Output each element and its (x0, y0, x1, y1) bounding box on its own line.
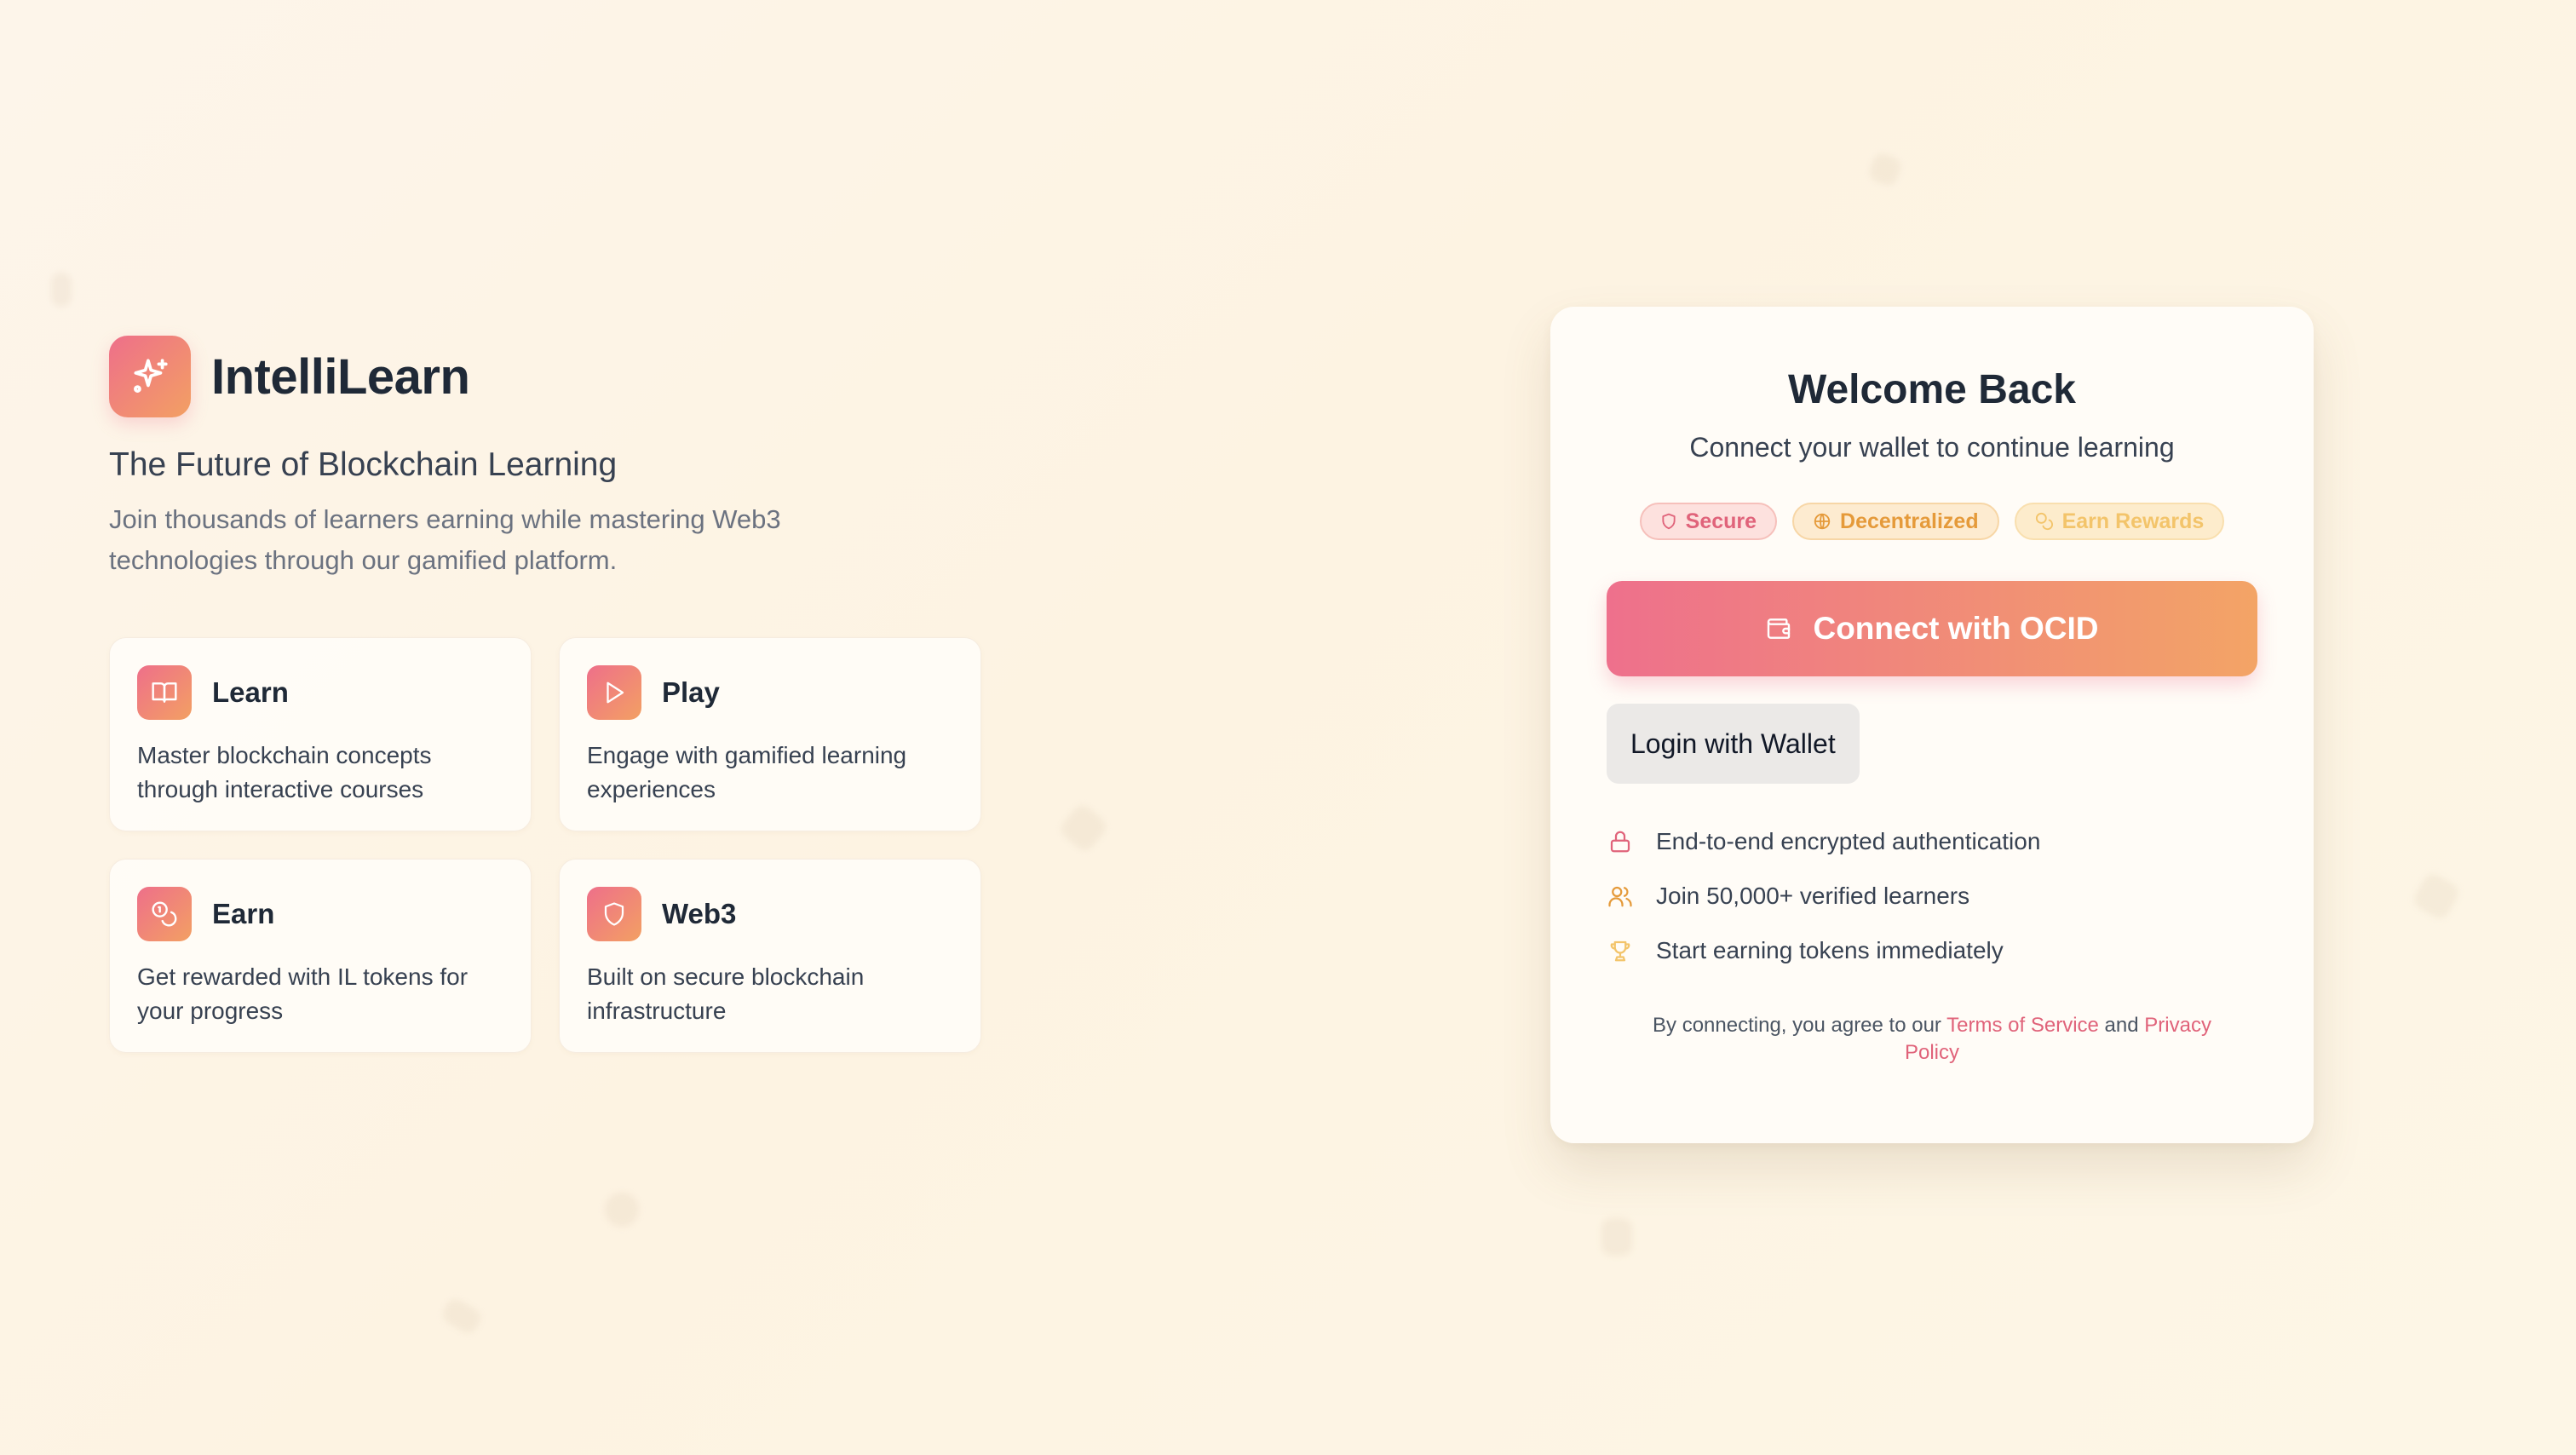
background-decoration (1057, 802, 1110, 854)
wallet-icon (1768, 618, 1791, 639)
trophy-icon (1607, 937, 1634, 964)
badge-label: Earn Rewards (2061, 509, 2205, 533)
brand: IntelliLearn (109, 336, 986, 417)
background-decoration (51, 273, 72, 307)
badge-secure: Secure (1639, 503, 1778, 540)
background-decoration (605, 1193, 639, 1227)
feature-title: Learn (212, 676, 289, 708)
feature-title: Web3 (662, 898, 737, 929)
legal-prefix: By connecting, you agree to our (1653, 1014, 1941, 1037)
badge-decentralized: Decentralized (1792, 503, 1999, 540)
background-decoration (1601, 1218, 1632, 1256)
badge-label: Secure (1685, 509, 1757, 533)
shield-icon (1662, 513, 1676, 530)
feature-title: Play (662, 676, 720, 708)
background-decoration (2410, 870, 2463, 923)
coins-icon (137, 887, 192, 941)
perk-item: End-to-end encrypted authentication (1607, 814, 2257, 869)
badge-row: Secure Decentralized Earn Rewards (1607, 503, 2257, 540)
feature-description: Master blockchain concepts through inter… (137, 742, 432, 802)
connect-ocid-button[interactable]: Connect with OCID (1607, 581, 2257, 676)
lock-icon (1607, 828, 1634, 855)
feature-card-learn: Learn Master blockchain concepts through… (109, 637, 532, 831)
perk-text: Start earning tokens immediately (1656, 937, 2004, 963)
feature-card-web3: Web3 Built on secure blockchain infrastr… (559, 859, 981, 1053)
connect-ocid-label: Connect with OCID (1813, 611, 2099, 646)
tagline: The Future of Blockchain Learning (109, 446, 618, 483)
book-open-icon (137, 665, 192, 720)
coins-icon (2035, 512, 2053, 531)
wallet-login-row: Login with Wallet (1607, 704, 2257, 784)
feature-description: Engage with gamified learning experience… (587, 742, 907, 802)
background-decoration (439, 1296, 485, 1337)
perk-item: Join 50,000+ verified learners (1607, 869, 2257, 923)
perk-item: Start earning tokens immediately (1607, 923, 2257, 978)
login-title: Welcome Back (1788, 367, 2076, 412)
login-subtitle: Connect your wallet to continue learning (1689, 432, 2175, 463)
hero-section: IntelliLearn The Future of Blockchain Le… (109, 336, 986, 1053)
feature-card-earn: Earn Get rewarded with IL tokens for you… (109, 859, 532, 1053)
feature-title: Earn (212, 898, 275, 929)
perk-text: End-to-end encrypted authentication (1656, 828, 2041, 854)
badge-earn-rewards: Earn Rewards (2014, 503, 2225, 540)
users-icon (1607, 883, 1634, 910)
feature-description: Get rewarded with IL tokens for your pro… (137, 963, 469, 1024)
background-decoration (1866, 151, 1904, 188)
legal-notice: By connecting, you agree to our Terms of… (1607, 1012, 2257, 1067)
perk-text: Join 50,000+ verified learners (1656, 883, 1970, 909)
login-card: Welcome Back Connect your wallet to cont… (1550, 307, 2314, 1143)
perk-list: End-to-end encrypted authentication Join… (1607, 814, 2257, 978)
login-wallet-button[interactable]: Login with Wallet (1607, 704, 1860, 784)
intro-text: Join thousands of learners earning while… (109, 504, 781, 575)
sparkles-icon (109, 336, 191, 417)
brand-name: IntelliLearn (211, 348, 470, 405)
play-icon (587, 665, 641, 720)
feature-description: Built on secure blockchain infrastructur… (587, 963, 865, 1024)
globe-icon (1814, 513, 1831, 530)
legal-and: and (2104, 1014, 2139, 1037)
feature-card-play: Play Engage with gamified learning exper… (559, 637, 981, 831)
terms-link[interactable]: Terms of Service (1946, 1014, 2099, 1037)
badge-label: Decentralized (1840, 509, 1979, 533)
shield-icon (587, 887, 641, 941)
feature-grid: Learn Master blockchain concepts through… (109, 637, 986, 1053)
